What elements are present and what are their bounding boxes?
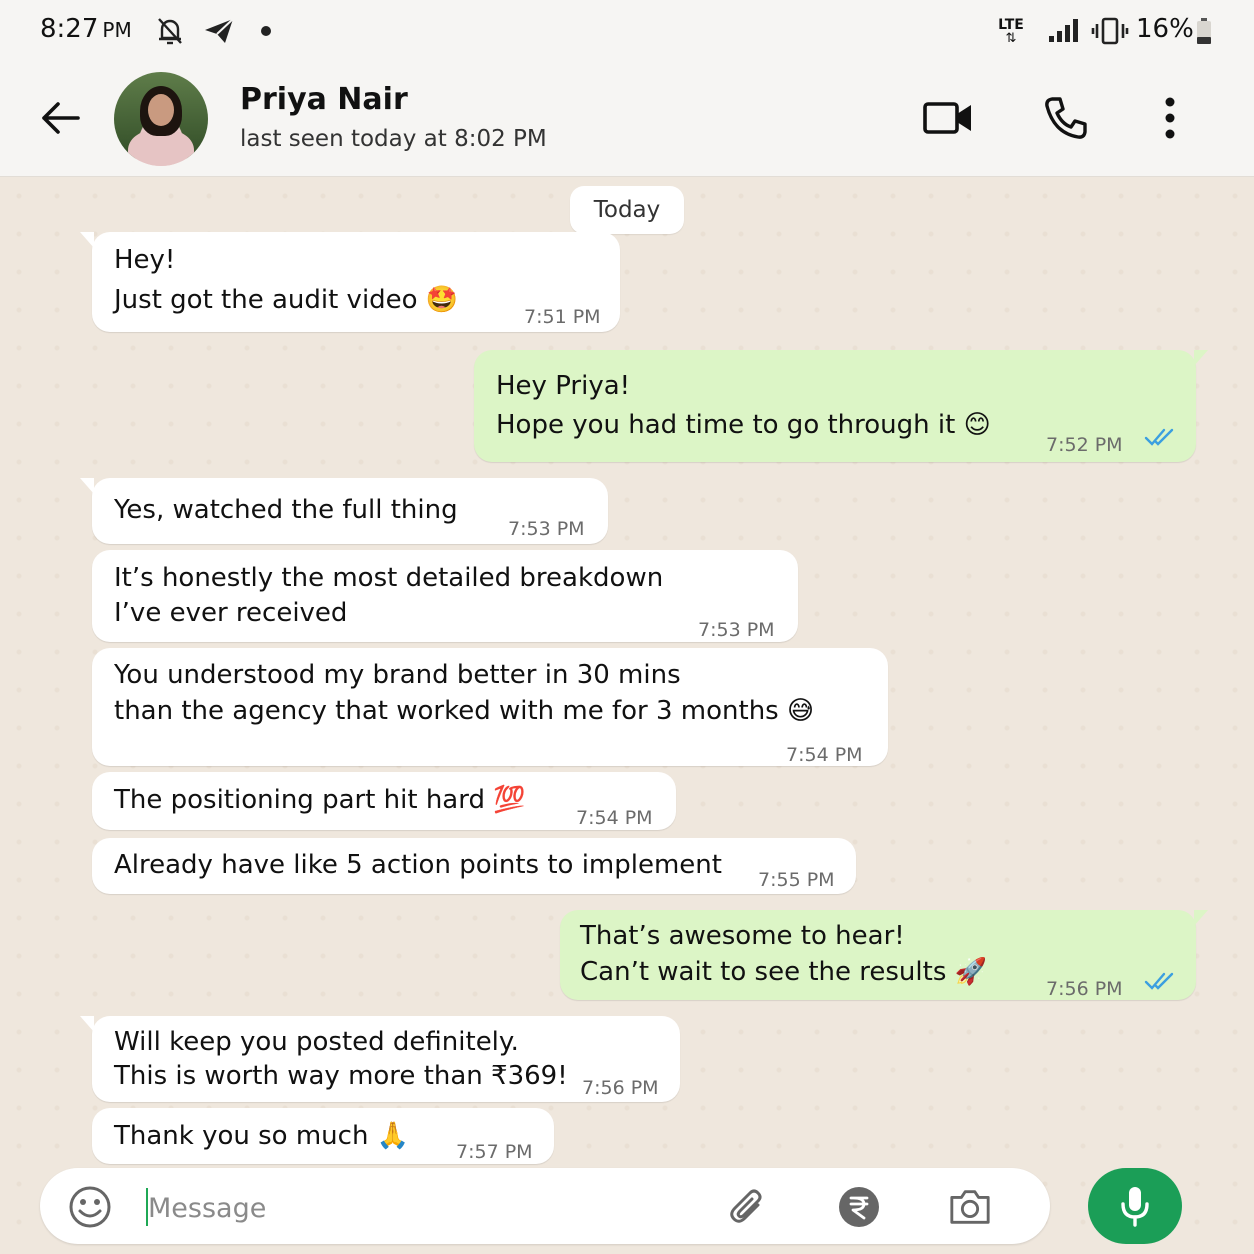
- message-time: 7:53 PM: [698, 619, 775, 641]
- message-time: 7:54 PM: [786, 744, 863, 766]
- message-incoming[interactable]: Yes, watched the full thing 7:53 PM: [80, 478, 608, 544]
- message-time: 7:52 PM: [1046, 434, 1123, 456]
- battery-percent: 16%: [1136, 14, 1194, 44]
- message-incoming[interactable]: Thank you so much 🙏 7:57 PM: [92, 1108, 554, 1164]
- battery-icon: [1192, 14, 1216, 48]
- message-text: It’s honestly the most detailed breakdow…: [114, 563, 664, 593]
- message-time: 7:51 PM: [524, 306, 601, 328]
- message-time: 7:53 PM: [508, 518, 585, 540]
- more-options-icon[interactable]: [1144, 92, 1196, 144]
- date-divider: Today: [570, 186, 684, 234]
- contact-name[interactable]: Priya Nair: [240, 82, 408, 117]
- message-text: than the agency that worked with me for …: [114, 696, 815, 726]
- message-text: Hope you had time to go through it 😊: [496, 410, 991, 440]
- message-incoming[interactable]: Already have like 5 action points to imp…: [92, 838, 856, 894]
- message-text: Can’t wait to see the results 🚀: [580, 957, 988, 987]
- message-input[interactable]: [146, 1186, 710, 1230]
- rupee-payment-icon[interactable]: [837, 1185, 881, 1229]
- message-text: Hey Priya!: [496, 371, 631, 401]
- message-text: The positioning part hit hard 💯: [114, 785, 526, 815]
- last-seen-status: last seen today at 8:02 PM: [240, 126, 547, 152]
- attach-icon[interactable]: [726, 1185, 770, 1229]
- emoji-icon[interactable]: [68, 1185, 112, 1229]
- vibrate-icon: [1090, 14, 1130, 48]
- mic-button[interactable]: [1088, 1168, 1182, 1244]
- message-incoming[interactable]: You understood my brand better in 30 min…: [92, 648, 888, 766]
- message-time: 7:55 PM: [758, 869, 835, 891]
- lte-icon: LTE ⇅: [998, 16, 1024, 46]
- status-time: 8:27 PM: [40, 14, 132, 44]
- message-outgoing[interactable]: That’s awesome to hear! Can’t wait to se…: [560, 910, 1208, 1000]
- message-incoming[interactable]: The positioning part hit hard 💯 7:54 PM: [92, 772, 676, 830]
- signal-icon: [1046, 14, 1082, 48]
- message-text: Hey!: [114, 245, 176, 275]
- phone-icon[interactable]: [1040, 92, 1092, 144]
- message-text: Yes, watched the full thing: [114, 495, 458, 525]
- message-text: You understood my brand better in 30 min…: [114, 660, 681, 690]
- message-time: 7:56 PM: [582, 1077, 659, 1099]
- message-incoming[interactable]: Will keep you posted definitely. This is…: [80, 1016, 680, 1102]
- message-incoming[interactable]: It’s honestly the most detailed breakdow…: [92, 550, 798, 642]
- back-arrow-icon[interactable]: [38, 96, 82, 140]
- message-time: 7:56 PM: [1046, 978, 1123, 1000]
- message-text: I’ve ever received: [114, 598, 348, 628]
- telegram-icon: [202, 14, 236, 48]
- message-time: 7:57 PM: [456, 1141, 533, 1163]
- mic-icon: [1121, 1187, 1149, 1227]
- message-text: Will keep you posted definitely.: [114, 1027, 519, 1057]
- camera-icon[interactable]: [948, 1185, 992, 1229]
- message-outgoing[interactable]: Hey Priya! Hope you had time to go throu…: [474, 350, 1208, 462]
- avatar[interactable]: [114, 72, 208, 166]
- message-incoming[interactable]: Hey! Just got the audit video 🤩 7:51 PM: [80, 232, 620, 332]
- notification-dot-icon: [256, 14, 276, 48]
- message-text: Already have like 5 action points to imp…: [114, 850, 722, 880]
- message-text: That’s awesome to hear!: [580, 921, 905, 951]
- message-text: Just got the audit video 🤩: [114, 285, 459, 315]
- message-text: Thank you so much 🙏: [114, 1121, 410, 1151]
- message-text: This is worth way more than ₹369!: [114, 1061, 568, 1091]
- video-call-icon[interactable]: [922, 92, 974, 144]
- message-time: 7:54 PM: [576, 807, 653, 829]
- top-bar: 8:27 PM LTE ⇅ 16% Priya Nair last seen to…: [0, 0, 1254, 177]
- read-ticks-icon: [1144, 972, 1174, 990]
- read-ticks-icon: [1144, 428, 1174, 446]
- mute-bell-icon: [154, 14, 186, 48]
